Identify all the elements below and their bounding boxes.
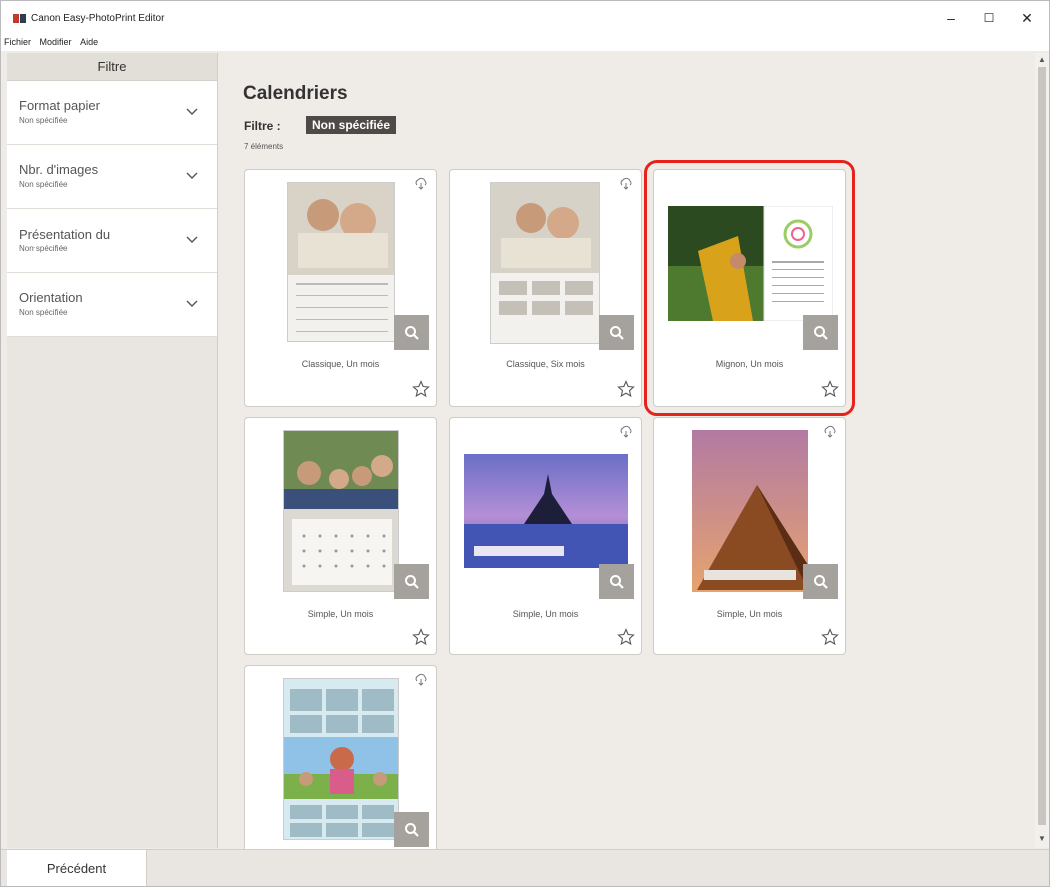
template-thumbnail <box>287 182 395 342</box>
menu-bar: Fichier Modifier Aide <box>1 35 1049 51</box>
template-card[interactable]: Simple, Un mois <box>449 417 642 655</box>
magnifier-icon <box>404 325 419 340</box>
minimize-button[interactable]: – <box>936 7 966 29</box>
magnifier-icon <box>813 574 828 589</box>
template-thumbnail <box>283 678 399 840</box>
template-name: Simple, Un mois <box>512 609 579 619</box>
template-thumbnail <box>668 206 833 321</box>
zoom-button[interactable] <box>803 315 838 350</box>
vertical-scrollbar[interactable]: ▲ ▼ <box>1035 53 1049 848</box>
template-card[interactable]: Classique, Un mois <box>244 169 437 407</box>
zoom-button[interactable] <box>599 564 634 599</box>
sidebar-header: Filtre <box>7 53 217 81</box>
template-card[interactable]: Simple, Un mois <box>244 417 437 655</box>
filter-value: Non spécifiée <box>19 244 68 253</box>
menu-fichier[interactable]: Fichier <box>1 35 34 49</box>
page-title: Calendriers <box>243 83 348 104</box>
menu-modifier[interactable]: Modifier <box>37 35 75 49</box>
template-name: Simple, Un mois <box>307 609 374 619</box>
template-card[interactable]: Simple, Un mois <box>653 417 846 655</box>
scroll-down-arrow-icon[interactable]: ▼ <box>1035 834 1049 846</box>
template-thumbnail <box>490 182 600 344</box>
chevron-down-icon <box>186 108 198 115</box>
filter-calendar-layout[interactable]: Présentation du calendrier Non spécifiée <box>7 209 217 273</box>
zoom-button[interactable] <box>599 315 634 350</box>
item-count: 7 éléments <box>244 142 284 151</box>
app-window: Canon Easy-PhotoPrint Editor – ☐ ✕ Fichi… <box>0 0 1050 887</box>
zoom-button[interactable] <box>394 315 429 350</box>
favorite-star-icon[interactable] <box>617 628 635 646</box>
template-area: Calendriers Filtre : Non spécifiée 7 élé… <box>219 53 1034 850</box>
template-card-selected[interactable]: Mignon, Un mois <box>644 160 855 416</box>
filter-orientation[interactable]: Orientation Non spécifiée <box>7 273 217 337</box>
template-name: Classique, Un mois <box>301 359 380 369</box>
template-thumbnail <box>692 430 808 592</box>
template-name: Classique, Six mois <box>506 359 585 369</box>
filter-value: Non spécifiée <box>19 180 68 189</box>
menu-aide[interactable]: Aide <box>77 35 101 49</box>
bottom-bar: Précédent <box>1 849 1049 886</box>
zoom-button[interactable] <box>394 564 429 599</box>
cloud-download-icon <box>620 177 632 190</box>
template-thumbnail <box>464 454 628 568</box>
filter-value: Non spécifiée <box>19 308 68 317</box>
zoom-button[interactable] <box>394 812 429 847</box>
cloud-download-icon <box>620 425 632 438</box>
cloud-download-icon <box>824 425 836 438</box>
maximize-button[interactable]: ☐ <box>974 7 1004 29</box>
filter-paper-size[interactable]: Format papier Non spécifiée <box>7 81 217 145</box>
chevron-down-icon <box>186 300 198 307</box>
magnifier-icon <box>609 325 624 340</box>
close-button[interactable]: ✕ <box>1012 7 1042 29</box>
scroll-up-arrow-icon[interactable]: ▲ <box>1035 55 1049 67</box>
template-name: Mignon, Un mois <box>715 359 784 369</box>
filter-summary-label: Filtre : <box>244 119 281 133</box>
magnifier-icon <box>813 325 828 340</box>
filter-sidebar: Filtre Format papier Non spécifiée Nbr. … <box>7 53 218 848</box>
magnifier-icon <box>404 574 419 589</box>
cloud-download-icon <box>415 673 427 686</box>
cloud-download-icon <box>415 177 427 190</box>
magnifier-icon <box>404 822 419 837</box>
template-card[interactable] <box>244 665 437 850</box>
chevron-down-icon <box>186 172 198 179</box>
filter-value: Non spécifiée <box>19 116 68 125</box>
template-card[interactable]: Classique, Six mois <box>449 169 642 407</box>
favorite-star-icon[interactable] <box>821 380 839 398</box>
zoom-button[interactable] <box>803 564 838 599</box>
favorite-star-icon[interactable] <box>412 380 430 398</box>
template-thumbnail <box>283 430 399 592</box>
window-title: Canon Easy-PhotoPrint Editor <box>31 13 165 24</box>
title-bar: Canon Easy-PhotoPrint Editor – ☐ ✕ <box>1 1 1049 35</box>
filter-image-count[interactable]: Nbr. d'images Non spécifiée <box>7 145 217 209</box>
magnifier-icon <box>609 574 624 589</box>
scrollbar-thumb[interactable] <box>1038 67 1046 825</box>
favorite-star-icon[interactable] <box>412 628 430 646</box>
filter-chip: Non spécifiée <box>306 116 397 134</box>
previous-button[interactable]: Précédent <box>7 850 147 886</box>
app-logo-icon <box>13 14 26 23</box>
favorite-star-icon[interactable] <box>617 380 635 398</box>
chevron-down-icon <box>186 236 198 243</box>
template-name: Simple, Un mois <box>716 609 783 619</box>
favorite-star-icon[interactable] <box>821 628 839 646</box>
